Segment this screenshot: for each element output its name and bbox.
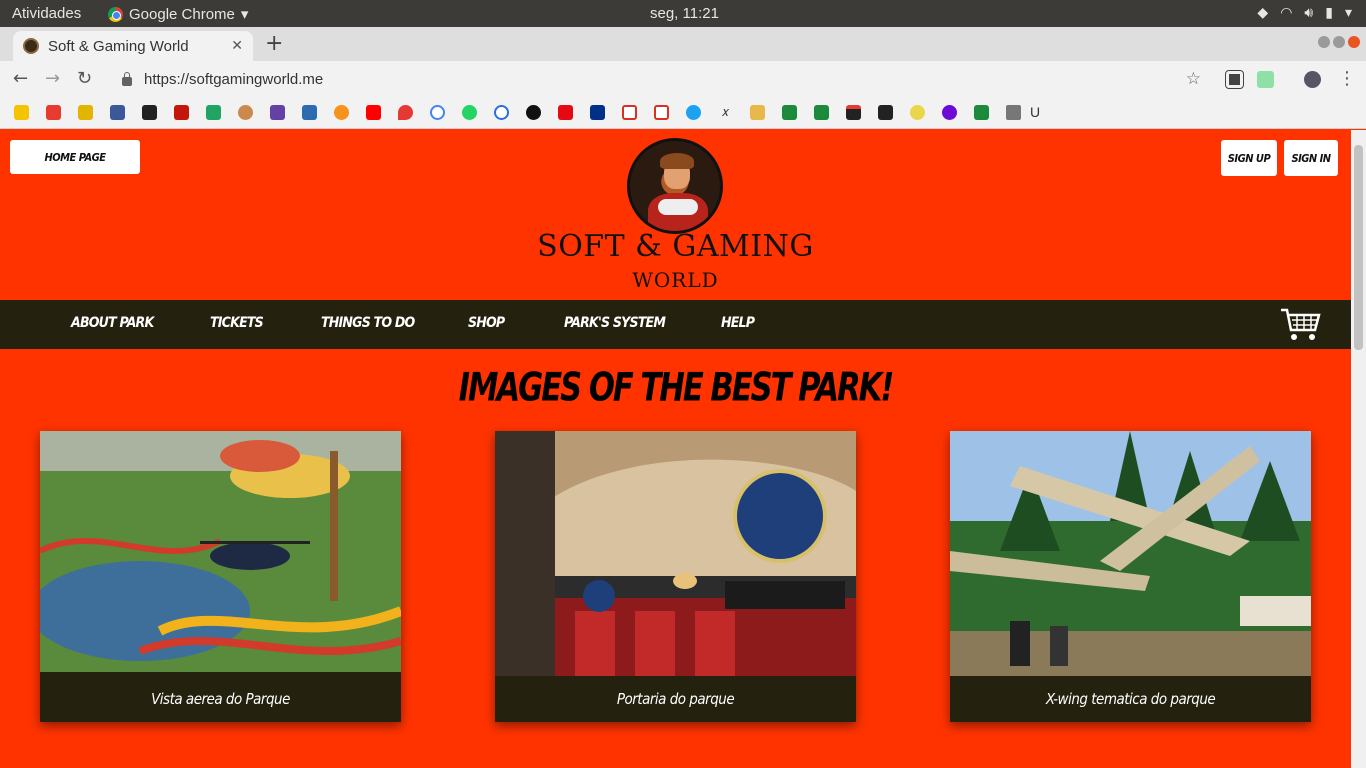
os-top-bar: Atividades Google Chrome ▾ seg, 11:21 ◆ … — [0, 0, 1366, 27]
scrollbar-thumb[interactable] — [1354, 145, 1363, 350]
bookmark-icon[interactable] — [46, 105, 61, 120]
profile-avatar[interactable] — [1304, 71, 1321, 88]
minimize-button[interactable] — [1318, 36, 1330, 48]
bookmark-icon[interactable] — [878, 105, 893, 120]
system-tray[interactable]: ◆ ◠ 🔊︎ ▮ ▾ — [1257, 4, 1352, 21]
bookmark-icon[interactable] — [494, 105, 509, 120]
wifi-icon[interactable]: ◠ — [1280, 4, 1292, 21]
gallery-card[interactable]: Portaria do parque — [495, 431, 856, 722]
aerial-park-image — [40, 431, 401, 672]
sign-up-button[interactable]: SIGN UP — [1221, 140, 1277, 176]
menu-kebab-icon[interactable]: ⋮ — [1338, 68, 1356, 89]
page-scrollbar[interactable] — [1351, 130, 1366, 768]
park-entrance-image — [495, 431, 856, 676]
bookmark-icon[interactable] — [398, 105, 413, 120]
clock[interactable]: seg, 11:21 — [650, 5, 719, 22]
nav-things-to-do[interactable]: THINGS TO DO — [321, 315, 415, 331]
bookmark-icon[interactable] — [142, 105, 157, 120]
volume-icon[interactable]: 🔊︎ — [1304, 4, 1313, 21]
reload-icon[interactable]: ↻ — [77, 68, 92, 89]
netflix-icon[interactable] — [558, 105, 573, 120]
xwing-attraction-image — [950, 431, 1311, 676]
nav-shop[interactable]: SHOP — [468, 315, 505, 331]
section-title: IMAGES OF THE BEST PARK! — [458, 365, 895, 411]
logo-subtitle: WORLD — [632, 268, 719, 292]
logo-gamer-hair — [660, 153, 694, 169]
bookmark-icon[interactable] — [78, 105, 93, 120]
logo-title: SOFT & GAMING — [537, 229, 814, 264]
youtube-icon[interactable] — [366, 105, 381, 120]
bookmarks-bar: 𝑥 U — [0, 97, 1366, 129]
extension-icon[interactable] — [1257, 71, 1274, 88]
whatsapp-icon[interactable] — [462, 105, 477, 120]
drive-icon[interactable] — [206, 105, 221, 120]
bookmark-icon[interactable] — [846, 105, 861, 120]
bookmark-icon[interactable] — [974, 105, 989, 120]
google-icon[interactable] — [430, 105, 445, 120]
window-controls — [1318, 36, 1360, 48]
card-caption: Vista aerea do Parque — [151, 690, 290, 708]
g1-icon[interactable] — [174, 105, 189, 120]
maximize-button[interactable] — [1333, 36, 1345, 48]
bookmark-folder-label[interactable]: U — [1030, 104, 1040, 120]
gallery-card[interactable]: X-wing tematica do parque — [950, 431, 1311, 722]
url-text[interactable]: https://softgamingworld.me — [144, 71, 323, 88]
sign-in-button[interactable]: SIGN IN — [1284, 140, 1338, 176]
bookmark-star-icon[interactable]: ☆ — [1186, 69, 1201, 89]
gmail-icon[interactable] — [622, 105, 637, 120]
tab-strip: Soft & Gaming World ✕ + — [0, 27, 1366, 61]
chrome-icon — [108, 6, 123, 22]
activities-button[interactable]: Atividades — [12, 5, 81, 22]
trophy-icon[interactable] — [750, 105, 765, 120]
bitcoin-icon[interactable] — [334, 105, 349, 120]
close-window-button[interactable] — [1348, 36, 1360, 48]
nav-help[interactable]: HELP — [721, 315, 755, 331]
bookmark-icon[interactable] — [782, 105, 797, 120]
github-icon[interactable] — [526, 105, 541, 120]
gallery-card[interactable]: Vista aerea do Parque — [40, 431, 401, 722]
nav-parks-system[interactable]: PARK'S SYSTEM — [564, 315, 666, 331]
lock-icon[interactable] — [122, 71, 132, 86]
home-page-button[interactable]: HOME PAGE — [10, 140, 140, 174]
twitter-icon[interactable] — [686, 105, 701, 120]
site-logo[interactable] — [627, 138, 723, 234]
extension-icon[interactable] — [1225, 70, 1244, 89]
bookmark-icon[interactable] — [238, 105, 253, 120]
nav-about-park[interactable]: ABOUT PARK — [71, 315, 154, 331]
logo-gamepad — [658, 199, 698, 215]
bookmark-icon[interactable] — [302, 105, 317, 120]
nav-tickets[interactable]: TICKETS — [210, 315, 264, 331]
battery-icon[interactable]: ▮ — [1325, 4, 1333, 21]
dropbox-icon[interactable]: ◆ — [1257, 4, 1268, 21]
card-caption: Portaria do parque — [616, 690, 735, 708]
main-nav: ABOUT PARK TICKETS THINGS TO DO SHOP PAR… — [0, 300, 1351, 349]
back-arrow-icon[interactable]: ← — [13, 68, 28, 89]
browser-toolbar: ← → ↻ https://softgamingworld.me ☆ ⋮ — [0, 61, 1366, 97]
card-caption: X-wing tematica do parque — [1045, 690, 1216, 708]
twitch-icon[interactable] — [270, 105, 285, 120]
bookmark-icon[interactable] — [14, 105, 29, 120]
chevron-down-icon[interactable]: ▾ — [1345, 4, 1352, 21]
close-tab-icon[interactable]: ✕ — [231, 37, 243, 54]
bookmark-icon[interactable] — [910, 105, 925, 120]
gmail-icon[interactable] — [654, 105, 669, 120]
facebook-icon[interactable] — [110, 105, 125, 120]
page-content: HOME PAGE SIGN UP SIGN IN SOFT & GAMING … — [0, 130, 1351, 768]
new-tab-button[interactable]: + — [265, 31, 283, 56]
app-name: Google Chrome — [129, 5, 235, 23]
bookmark-icon[interactable]: 𝑥 — [718, 105, 733, 120]
app-menu[interactable]: Google Chrome ▾ — [108, 5, 248, 23]
folder-icon[interactable] — [1006, 105, 1021, 120]
address-bar[interactable]: https://softgamingworld.me — [108, 65, 1208, 93]
tab-active[interactable]: Soft & Gaming World ✕ — [13, 31, 253, 61]
forward-arrow-icon[interactable]: → — [45, 68, 60, 89]
tab-title: Soft & Gaming World — [48, 37, 189, 55]
shopping-cart-icon[interactable] — [1280, 308, 1322, 342]
site-favicon-icon — [23, 38, 39, 54]
paypal-icon[interactable] — [590, 105, 605, 120]
chevron-down-icon: ▾ — [240, 6, 249, 23]
bookmark-icon[interactable] — [814, 105, 829, 120]
olx-icon[interactable] — [942, 105, 957, 120]
